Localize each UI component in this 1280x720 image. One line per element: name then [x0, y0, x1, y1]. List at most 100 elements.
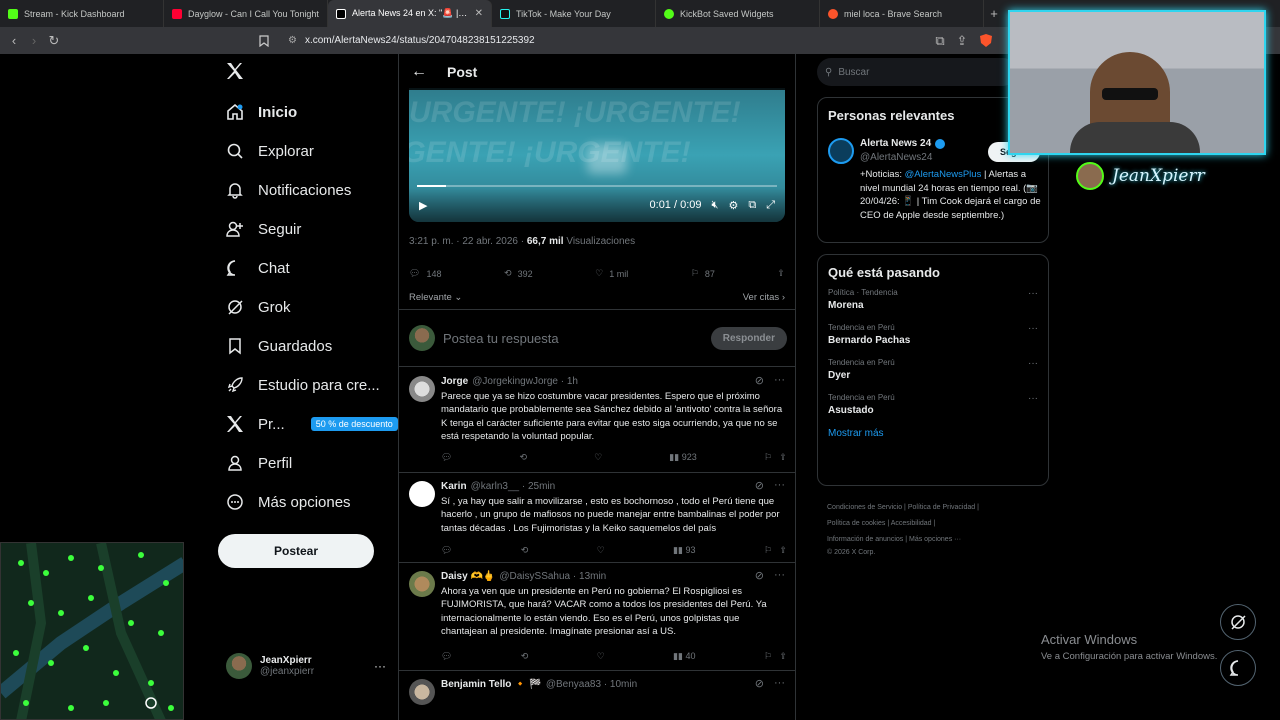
browser-tab[interactable]: Dayglow - Can I Call You Tonight [164, 0, 328, 27]
more-icon[interactable]: ··· [774, 569, 785, 582]
bookmark-action[interactable]: ⚐ 87 [691, 268, 715, 279]
share-icon[interactable]: ⇪ [779, 452, 787, 462]
trend-item[interactable]: Política · Tendencia Morena ··· [828, 288, 1038, 311]
more-icon[interactable]: ··· [1028, 393, 1038, 404]
grok-icon[interactable]: ⊘ [755, 374, 764, 387]
settings-icon[interactable]: ⚙ [728, 199, 738, 212]
grok-icon[interactable]: ⊘ [755, 569, 764, 582]
reply-icon[interactable]: 💬︎ [441, 545, 452, 556]
nav-item-inicio[interactable]: Inicio [226, 100, 297, 124]
more-icon[interactable]: ··· [1028, 358, 1038, 369]
repost-icon[interactable]: ⟲ [520, 452, 528, 463]
back-icon[interactable]: ‹ [4, 31, 24, 51]
bookmark-icon[interactable]: ⚐ [764, 651, 772, 661]
footer-link[interactable]: Política de cookies [827, 520, 885, 527]
nav-item-mas-opciones[interactable]: Más opciones [226, 490, 351, 514]
nav-item-explorar[interactable]: Explorar [226, 139, 314, 163]
share-icon[interactable]: ⇪ [952, 31, 972, 51]
repost-action[interactable]: ⟲ 392 [504, 268, 533, 279]
avatar[interactable] [828, 138, 854, 164]
reply-action[interactable]: 💬︎ 148 [409, 268, 441, 279]
share-icon[interactable]: ⇪ [779, 651, 787, 661]
browser-tab[interactable]: miel loca - Brave Search [820, 0, 984, 27]
reply-icon[interactable]: 💬︎ [441, 452, 452, 463]
bio-link[interactable]: @AlertaNewsPlus [905, 169, 982, 180]
reply-input[interactable]: Postea tu respuesta [443, 331, 703, 346]
footer-link[interactable]: Condiciones de Servicio [827, 504, 902, 511]
view-quotes-link[interactable]: Ver citas › [743, 292, 785, 303]
x-logo-icon[interactable] [226, 62, 244, 80]
nav-item-premium[interactable]: Pr... 50 % de descuento [226, 412, 398, 436]
post-time[interactable]: 3:21 p. m. · 22 abr. 2026 · [409, 236, 527, 247]
footer-link[interactable]: Accesibilidad [891, 520, 932, 527]
bookmark-icon[interactable]: ⚐ [764, 545, 772, 555]
heart-icon[interactable]: ♡ [597, 545, 605, 556]
show-more-link[interactable]: Mostrar más [828, 428, 1038, 439]
site-info-icon[interactable]: ⚙ [288, 35, 297, 46]
reply-icon[interactable]: 💬︎ [441, 651, 452, 662]
post-button[interactable]: Postear [218, 534, 374, 568]
trend-item[interactable]: Tendencia en Perú Bernardo Pachas ··· [828, 323, 1038, 346]
heart-icon[interactable]: ♡ [597, 651, 605, 662]
author-name[interactable]: Jorge [441, 376, 468, 387]
heart-icon[interactable]: ♡ [594, 452, 602, 463]
mute-icon[interactable]: 🔇︎ [712, 199, 719, 212]
reply-button[interactable]: Responder [710, 326, 787, 350]
pip-icon[interactable]: ⧉ [748, 199, 756, 212]
back-arrow-icon[interactable]: ← [411, 63, 427, 81]
nav-item-guardados[interactable]: Guardados [226, 334, 332, 358]
grok-icon[interactable]: ⊘ [755, 479, 764, 492]
trend-item[interactable]: Tendencia en Perú Dyer ··· [828, 358, 1038, 381]
like-action[interactable]: ♡ 1 mil [595, 268, 628, 279]
more-icon[interactable]: ··· [774, 479, 785, 492]
grok-icon[interactable]: ⊘ [755, 677, 764, 690]
footer-link[interactable]: Información de anuncios [827, 536, 903, 543]
repost-icon[interactable]: ⟲ [521, 545, 529, 556]
nav-item-perfil[interactable]: Perfil [226, 451, 292, 475]
reply-tweet[interactable]: Jorge @JorgekingwJorge · 1h ⊘ ··· Parece q… [399, 368, 795, 473]
author-name[interactable]: Daisy 🫶🖕 [441, 571, 495, 582]
profile-name[interactable]: Alerta News 24 [860, 138, 931, 149]
browser-tab[interactable]: KickBot Saved Widgets [656, 0, 820, 27]
new-tab-icon[interactable]: + [984, 4, 1004, 24]
browser-tab-active[interactable]: Alerta News 24 en X: "🚨 | URGENTE✕ [328, 0, 492, 27]
address-bar[interactable]: ⚙ x.com/AlertaNews24/status/204704823815… [280, 30, 1000, 51]
more-icon[interactable]: ··· [774, 677, 785, 690]
more-icon[interactable]: ··· [374, 659, 386, 673]
bookmark-page-icon[interactable] [254, 31, 274, 51]
open-icon[interactable]: ⧉ [930, 31, 950, 51]
messages-float-button[interactable] [1220, 650, 1256, 686]
reply-tweet[interactable]: Benjamin Tello 🔸 🏁 @Benyaa83 · 10min ⊘ ··· [399, 671, 795, 720]
nav-item-chat[interactable]: Chat [226, 256, 290, 280]
nav-item-estudio[interactable]: Estudio para cre... [226, 373, 380, 397]
bookmark-icon[interactable]: ⚐ [764, 452, 772, 462]
browser-tab[interactable]: Stream - Kick Dashboard [0, 0, 164, 27]
footer-link[interactable]: Más opciones ··· [909, 536, 961, 543]
reply-tweet[interactable]: Karin @karln3__ · 25min ⊘ ··· Sí , ya hay … [399, 473, 795, 563]
trend-item[interactable]: Tendencia en Perú Asustado ··· [828, 393, 1038, 416]
more-icon[interactable]: ··· [1028, 323, 1038, 334]
views-stat[interactable]: ▮▮ 923 [669, 452, 696, 463]
footer-link[interactable]: Política de Privacidad [908, 504, 975, 511]
play-icon[interactable]: ▶ [419, 199, 427, 212]
reply-tweet[interactable]: Daisy 🫶🖕 @DaisySSahua · 13min ⊘ ··· Ahora … [399, 563, 795, 671]
nav-item-grok[interactable]: Grok [226, 295, 291, 319]
account-switcher[interactable]: JeanXpierr @jeanxpierr ··· [226, 648, 386, 684]
author-name[interactable]: Karin [441, 481, 467, 492]
views-stat[interactable]: ▮▮ 40 [673, 651, 695, 662]
fullscreen-icon[interactable]: ⤢ [766, 199, 775, 212]
video-progress[interactable] [417, 185, 777, 187]
close-tab-icon[interactable]: ✕ [475, 8, 483, 19]
reload-icon[interactable]: ↻ [44, 31, 64, 51]
search-input[interactable]: ⚲ Buscar [817, 58, 1017, 86]
repost-icon[interactable]: ⟲ [521, 651, 529, 662]
share-action[interactable]: ⇪ [777, 268, 785, 279]
forward-icon[interactable]: › [24, 31, 44, 51]
views-stat[interactable]: ▮▮ 93 [673, 545, 695, 556]
nav-item-notificaciones[interactable]: Notificaciones [226, 178, 351, 202]
browser-tab[interactable]: TikTok - Make Your Day [492, 0, 656, 27]
more-icon[interactable]: ··· [774, 374, 785, 387]
nav-item-seguir[interactable]: Seguir [226, 217, 301, 241]
sort-dropdown[interactable]: Relevante ⌄ [409, 292, 462, 303]
share-icon[interactable]: ⇪ [779, 545, 787, 555]
